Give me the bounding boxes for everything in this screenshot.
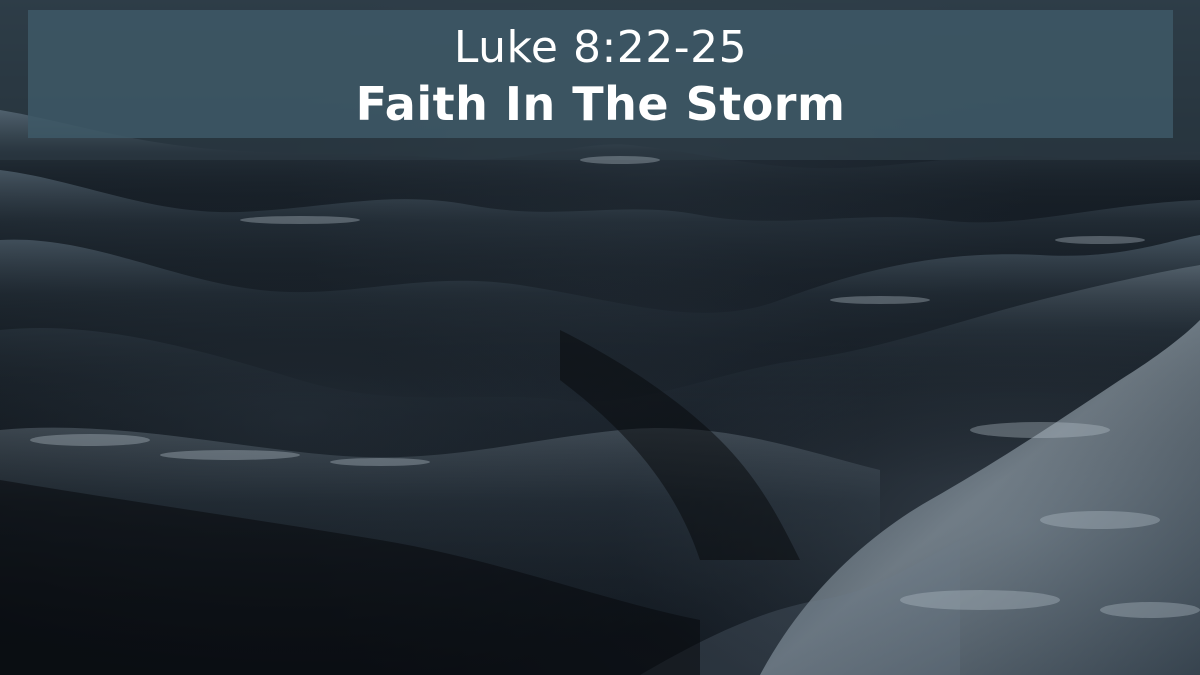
title-banner: Luke 8:22-25 Faith In The Storm [28,10,1173,138]
scripture-reference: Luke 8:22-25 [453,22,748,73]
slide: Luke 8:22-25 Faith In The Storm [0,0,1200,675]
sermon-title: Faith In The Storm [355,77,846,131]
